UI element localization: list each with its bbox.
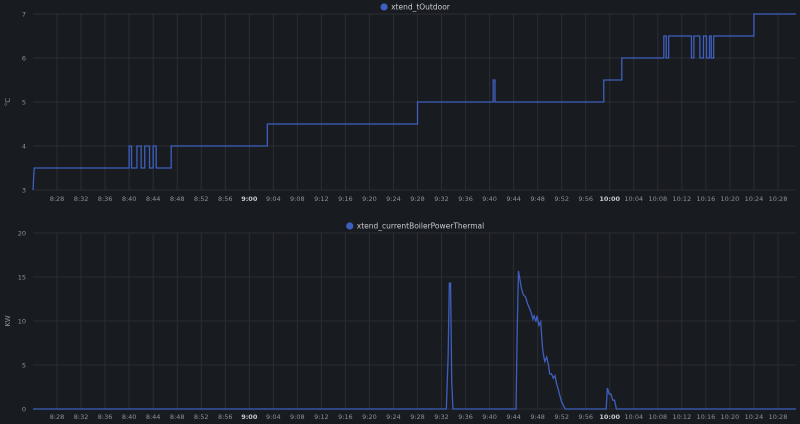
y-tick-label: 15 — [18, 273, 26, 281]
x-tick-label: 9:12 — [314, 413, 329, 421]
x-tick-label: 9:16 — [338, 195, 353, 203]
x-tick-label: 10:08 — [648, 195, 667, 203]
x-tick-label: 8:28 — [50, 413, 65, 421]
y-tick-label: 20 — [18, 229, 26, 237]
x-tick-label: 10:00 — [599, 413, 620, 421]
y-tick-label: 7 — [22, 10, 26, 18]
x-tick-label: 8:36 — [98, 413, 113, 421]
x-tick-label: 8:44 — [146, 413, 161, 421]
x-tick-label: 10:16 — [697, 413, 716, 421]
legend-label: xtend_currentBoilerPowerThermal — [357, 222, 484, 231]
x-tick-label: 10:04 — [624, 195, 643, 203]
x-tick-label: 9:44 — [506, 413, 521, 421]
x-tick-label: 10:12 — [672, 413, 691, 421]
dashboard: 3 4 5 6 7 8:28 8:32 8:36 8:40 8:44 8:48 8:52 8:56 9:0… — [0, 0, 800, 424]
x-tick-label: 10:04 — [624, 413, 643, 421]
legend-swatch-icon — [380, 3, 388, 11]
x-tick-label: 8:36 — [98, 195, 113, 203]
x-tick-label: 9:48 — [530, 413, 545, 421]
x-tick-label: 9:32 — [434, 413, 449, 421]
x-tick-label: 10:20 — [721, 195, 740, 203]
x-tick-label: 9:56 — [578, 195, 593, 203]
x-tick-label: 8:44 — [146, 195, 161, 203]
x-tick-label: 9:52 — [554, 413, 569, 421]
x-tick-label: 8:48 — [170, 195, 185, 203]
x-tick-label: 9:04 — [266, 413, 281, 421]
x-tick-label: 8:52 — [194, 413, 209, 421]
x-tick-label: 9:08 — [290, 195, 305, 203]
x-tick-label: 9:48 — [530, 195, 545, 203]
x-tick-label: 10:00 — [599, 195, 620, 203]
y-axis-label: KW — [4, 315, 12, 326]
x-tick-label: 9:24 — [386, 195, 401, 203]
legend-swatch-icon — [346, 222, 354, 230]
y-tick-label: 0 — [22, 405, 26, 413]
x-tick-label: 10:20 — [721, 413, 740, 421]
charts-canvas: 3 4 5 6 7 8:28 8:32 8:36 8:40 8:44 8:48 8:52 8:56 9:0… — [4, 3, 796, 421]
y-tick-label: 5 — [22, 98, 26, 106]
x-tick-label: 9:36 — [458, 413, 473, 421]
x-tick-label: 9:32 — [434, 195, 449, 203]
x-tick-label: 9:24 — [386, 413, 401, 421]
x-tick-label: 9:56 — [578, 413, 593, 421]
y-tick-label: 6 — [22, 54, 26, 62]
x-tick-label: 10:28 — [769, 413, 788, 421]
y-tick-label: 4 — [22, 142, 26, 150]
x-tick-label: 10:08 — [648, 413, 667, 421]
x-tick-label: 8:40 — [122, 413, 137, 421]
x-tick-label: 10:12 — [672, 195, 691, 203]
x-tick-label: 8:56 — [218, 195, 233, 203]
y-axis-label: °C — [4, 98, 12, 107]
x-tick-label: 9:28 — [410, 413, 425, 421]
x-tick-label: 9:40 — [482, 413, 497, 421]
x-tick-label: 9:12 — [314, 195, 329, 203]
y-tick-label: 3 — [22, 186, 26, 194]
x-tick-label: 10:24 — [745, 195, 764, 203]
x-tick-label: 9:00 — [241, 195, 258, 203]
x-tick-label: 9:20 — [362, 195, 377, 203]
x-tick-label: 8:52 — [194, 195, 209, 203]
x-tick-label: 9:00 — [241, 413, 258, 421]
y-tick-label: 5 — [22, 361, 26, 369]
x-tick-label: 9:36 — [458, 195, 473, 203]
x-tick-label: 8:32 — [74, 195, 89, 203]
x-tick-label: 10:16 — [697, 195, 716, 203]
x-tick-label: 8:48 — [170, 413, 185, 421]
y-tick-label: 10 — [18, 317, 26, 325]
x-tick-label: 8:28 — [50, 195, 65, 203]
x-tick-label: 9:28 — [410, 195, 425, 203]
x-tick-label: 9:52 — [554, 195, 569, 203]
legend-label: xtend_tOutdoor — [391, 3, 451, 12]
x-tick-label: 8:32 — [74, 413, 89, 421]
x-tick-label: 9:16 — [338, 413, 353, 421]
x-tick-label: 9:44 — [506, 195, 521, 203]
x-tick-label: 9:04 — [266, 195, 281, 203]
x-tick-label: 9:08 — [290, 413, 305, 421]
x-tick-label: 9:40 — [482, 195, 497, 203]
x-tick-label: 8:56 — [218, 413, 233, 421]
x-tick-label: 10:28 — [769, 195, 788, 203]
x-tick-label: 10:24 — [745, 413, 764, 421]
x-tick-label: 8:40 — [122, 195, 137, 203]
x-tick-label: 9:20 — [362, 413, 377, 421]
